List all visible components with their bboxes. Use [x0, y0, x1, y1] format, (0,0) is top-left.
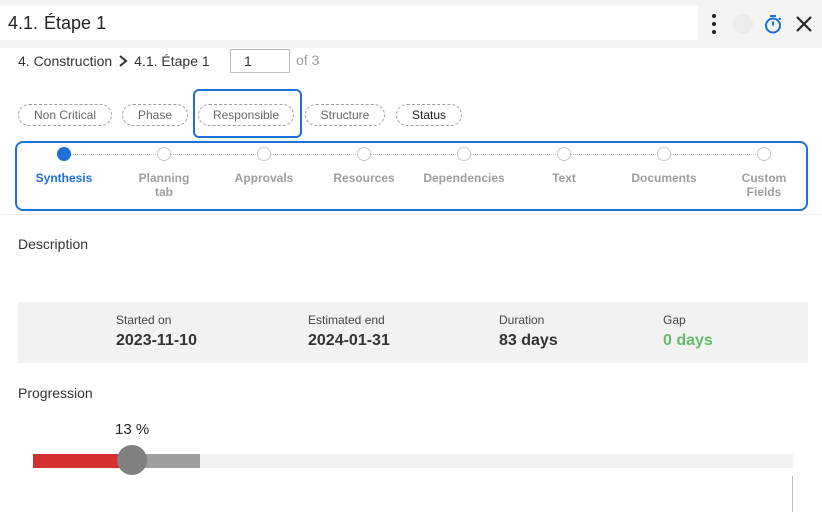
title-input[interactable]: Étape 1 [44, 13, 106, 34]
progression-label: Progression [18, 385, 93, 401]
tab-approvals[interactable]: Approvals [214, 147, 314, 185]
tab-custom-fields[interactable]: Custom Fields [714, 147, 814, 199]
chip-structure[interactable]: Structure [305, 104, 385, 126]
step-label: Documents [631, 171, 697, 185]
tab-synthesis[interactable]: Synthesis [14, 147, 114, 185]
title-prefix: 4.1. [8, 12, 39, 33]
step-label: Custom Fields [741, 171, 787, 199]
scroll-divider [792, 476, 793, 512]
dates-summary: Started on 2023-11-10 Estimated end 2024… [18, 302, 808, 363]
tab-resources[interactable]: Resources [314, 147, 414, 185]
stopwatch-icon[interactable] [762, 13, 784, 35]
section-divider [0, 214, 822, 215]
title-field[interactable]: 4.1. Étape 1 [0, 6, 698, 40]
progress-slider-handle[interactable] [117, 445, 147, 475]
tab-planning[interactable]: Planning tab [114, 147, 214, 199]
description-label: Description [18, 236, 89, 252]
tab-dependencies[interactable]: Dependencies [414, 147, 514, 185]
chip-non-critical[interactable]: Non Critical [18, 104, 112, 126]
breadcrumb-item-etape: 4.1. Étape 1 [134, 53, 210, 69]
close-icon[interactable] [793, 13, 815, 35]
tab-documents[interactable]: Documents [614, 147, 714, 185]
step-dot [757, 147, 771, 161]
step-dot [257, 147, 271, 161]
step-label: Planning tab [138, 171, 190, 199]
chevron-right-icon [119, 55, 128, 67]
stat-estimated-end: Estimated end 2024-01-31 [308, 313, 390, 350]
step-label: Resources [333, 171, 395, 185]
stat-value: 2023-11-10 [116, 332, 197, 349]
chip-phase[interactable]: Phase [122, 104, 188, 126]
stat-gap: Gap 0 days [663, 313, 713, 350]
status-circle-button[interactable] [733, 14, 753, 34]
progress-percent: 13 % [115, 421, 150, 438]
tab-text[interactable]: Text [514, 147, 614, 185]
stat-value: 0 days [663, 332, 713, 349]
stat-label: Started on [116, 313, 172, 327]
page-total-label: of 3 [296, 52, 320, 68]
stat-value: 2024-01-31 [308, 332, 390, 349]
stat-label: Gap [663, 313, 686, 327]
step-label: Text [552, 171, 576, 185]
step-dot [457, 147, 471, 161]
kebab-icon[interactable] [706, 14, 722, 34]
step-dot [657, 147, 671, 161]
step-label: Synthesis [35, 171, 93, 185]
step-dot [357, 147, 371, 161]
stat-value: 83 days [499, 332, 558, 349]
stat-duration: Duration 83 days [499, 313, 558, 350]
chip-status[interactable]: Status [396, 104, 462, 126]
breadcrumb: 4. Construction 4.1. Étape 1 [18, 52, 210, 70]
stat-label: Estimated end [308, 313, 385, 327]
step-label: Approvals [234, 171, 294, 185]
tab-stepper: Synthesis Planning tab Approvals Resourc… [15, 141, 808, 211]
stat-label: Duration [499, 313, 545, 327]
page-number-input[interactable]: 1 [230, 49, 290, 73]
breadcrumb-item-construction[interactable]: 4. Construction [18, 53, 112, 69]
chip-responsible[interactable]: Responsible [198, 104, 294, 126]
step-label: Dependencies [423, 171, 505, 185]
step-dot [157, 147, 171, 161]
panel-header: 4.1. Étape 1 [0, 0, 822, 48]
stat-started: Started on 2023-11-10 [116, 313, 197, 350]
step-dot [557, 147, 571, 161]
step-dot [57, 147, 71, 161]
